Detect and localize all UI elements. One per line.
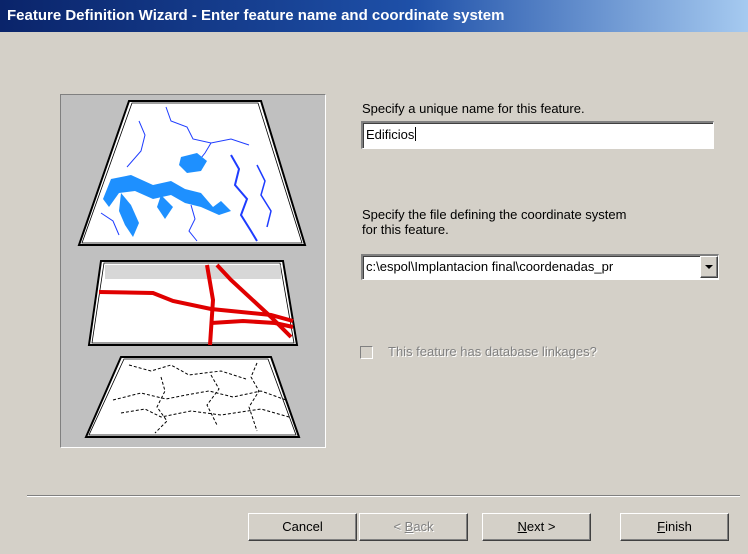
hydrography-layer — [77, 100, 307, 246]
feature-name-label: Specify a unique name for this feature. — [362, 101, 585, 116]
database-linkage-label: This feature has database linkages? — [388, 344, 597, 359]
next-button[interactable]: Next > — [482, 513, 591, 541]
coord-system-value: c:\espol\Implantacion final\coordenadas_… — [366, 259, 614, 274]
window-title: Feature Definition Wizard - Enter featur… — [0, 0, 748, 32]
coord-system-label-line1: Specify the file defining the coordinate… — [362, 207, 627, 222]
back-prefix: < — [393, 519, 405, 534]
database-linkage-checkbox[interactable] — [360, 346, 373, 359]
feature-name-input[interactable]: Edificios — [361, 121, 714, 149]
next-label: ext > — [526, 519, 556, 534]
roads-layer — [87, 260, 299, 346]
back-button[interactable]: < Back — [359, 513, 468, 541]
coord-system-combo[interactable]: c:\espol\Implantacion final\coordenadas_… — [361, 254, 719, 280]
cancel-label: Cancel — [282, 519, 323, 534]
coord-system-label-line2: for this feature. — [362, 222, 449, 237]
chevron-down-icon — [705, 265, 713, 269]
text-caret — [415, 127, 417, 141]
cancel-button[interactable]: Cancel — [248, 513, 357, 541]
boundaries-layer — [84, 356, 301, 438]
back-label: ack — [413, 519, 434, 534]
finish-button[interactable]: Finish — [620, 513, 729, 541]
finish-label: inish — [665, 519, 692, 534]
finish-mnemonic: F — [657, 519, 666, 534]
next-mnemonic: N — [517, 519, 527, 534]
button-separator — [27, 495, 740, 497]
combo-dropdown-button[interactable] — [700, 256, 718, 278]
map-layers-illustration — [60, 94, 326, 448]
feature-name-value: Edificios — [366, 127, 415, 142]
